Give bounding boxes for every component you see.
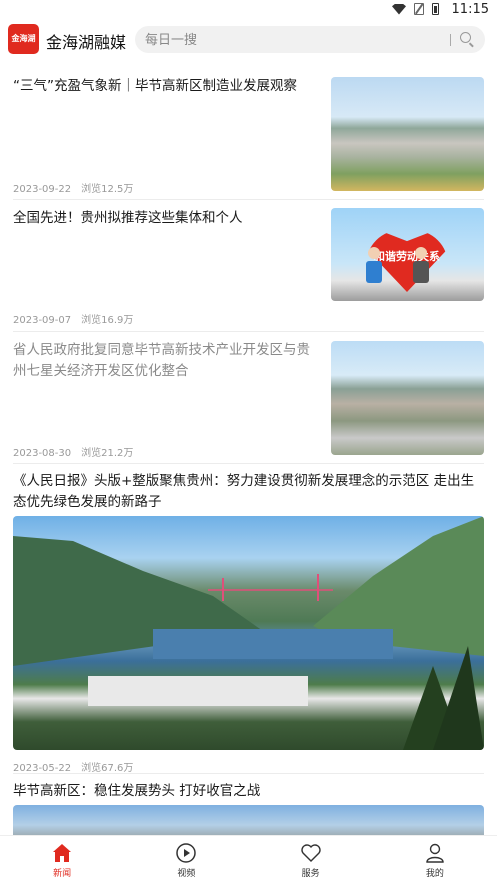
bottom-tab-bar: 新闻 视频 服务 我的 [0, 835, 497, 885]
play-icon [176, 843, 197, 863]
tab-label: 我的 [425, 869, 444, 879]
wifi-icon [392, 3, 406, 15]
news-title: 省人民政府批复同意毕节高新技术产业开发区与贵州七星关经济开发区优化整合 [13, 342, 310, 379]
tab-service[interactable]: 服务 [249, 836, 373, 885]
news-item[interactable]: 毕节高新区：稳住发展势头 打好收官之战 [13, 781, 484, 835]
divider [13, 773, 484, 774]
news-views: 浏览16.9万 [81, 315, 134, 326]
manager-figure [413, 247, 429, 287]
news-meta: 2023-08-30 浏览21.2万 [13, 444, 143, 459]
news-item[interactable]: 全国先进！贵州拟推荐这些集体和个人 2023-09-07 浏览16.9万 和谐劳动… [13, 208, 484, 326]
tab-video[interactable]: 视频 [124, 836, 248, 885]
search-input[interactable] [145, 30, 435, 50]
divider [13, 199, 484, 200]
tab-label: 新闻 [53, 869, 72, 879]
news-item[interactable]: 《人民日报》头版+整版聚焦贵州：努力建设贯彻新发展理念的示范区 走出生态优先绿色… [13, 471, 484, 774]
status-bar: 11:15 [0, 0, 497, 20]
search-box[interactable] [135, 26, 485, 53]
tab-label: 视频 [177, 869, 196, 879]
news-meta: 2023-09-07 浏览16.9万 [13, 311, 143, 326]
news-date: 2023-09-22 [13, 184, 72, 195]
status-icons [392, 3, 439, 15]
tab-mine[interactable]: 我的 [373, 836, 497, 885]
news-meta: 2023-09-22 浏览12.5万 [13, 180, 143, 195]
battery-icon [432, 3, 439, 15]
news-date: 2023-09-07 [13, 315, 72, 326]
news-thumbnail[interactable] [331, 77, 484, 191]
news-item[interactable]: “三气”充盈气象新｜毕节高新区制造业发展观察 2023-09-22 浏览12.5万 [13, 76, 484, 195]
river-valley-illustration [13, 516, 484, 750]
news-thumbnail[interactable] [331, 341, 484, 455]
news-views: 浏览12.5万 [81, 184, 134, 195]
app-header: 金海湖 金海湖融媒 [0, 20, 497, 60]
no-sim-icon [414, 3, 424, 15]
news-title: 全国先进！贵州拟推荐这些集体和个人 [13, 210, 243, 226]
news-image[interactable] [13, 516, 484, 750]
worker-figure [366, 247, 382, 287]
search-icon[interactable] [460, 32, 471, 43]
app-title: 金海湖融媒 [46, 33, 127, 52]
home-icon [53, 844, 72, 862]
divider [13, 331, 484, 332]
news-title: 毕节高新区：稳住发展势头 打好收官之战 [13, 783, 261, 799]
person-icon [426, 843, 444, 863]
news-feed[interactable]: “三气”充盈气象新｜毕节高新区制造业发展观察 2023-09-22 浏览12.5万… [0, 62, 497, 835]
news-image[interactable] [13, 805, 484, 835]
logo-text: 金海湖 [11, 34, 36, 43]
tab-news[interactable]: 新闻 [0, 836, 124, 885]
tab-label: 服务 [301, 869, 320, 879]
news-meta: 2023-05-22 浏览67.6万 [13, 759, 143, 774]
news-title: “三气”充盈气象新｜毕节高新区制造业发展观察 [13, 78, 297, 94]
news-item[interactable]: 省人民政府批复同意毕节高新技术产业开发区与贵州七星关经济开发区优化整合 2023… [13, 340, 484, 459]
app-logo[interactable]: 金海湖 [8, 24, 39, 54]
news-title: 《人民日报》头版+整版聚焦贵州：努力建设贯彻新发展理念的示范区 走出生态优先绿色… [13, 473, 475, 510]
news-thumbnail[interactable]: 和谐劳动关系 [331, 208, 484, 301]
divider [13, 463, 484, 464]
heart-icon [300, 844, 321, 862]
status-time: 11:15 [451, 2, 489, 17]
news-views: 浏览21.2万 [81, 448, 134, 459]
news-date: 2023-08-30 [13, 448, 72, 459]
search-divider [450, 34, 451, 46]
